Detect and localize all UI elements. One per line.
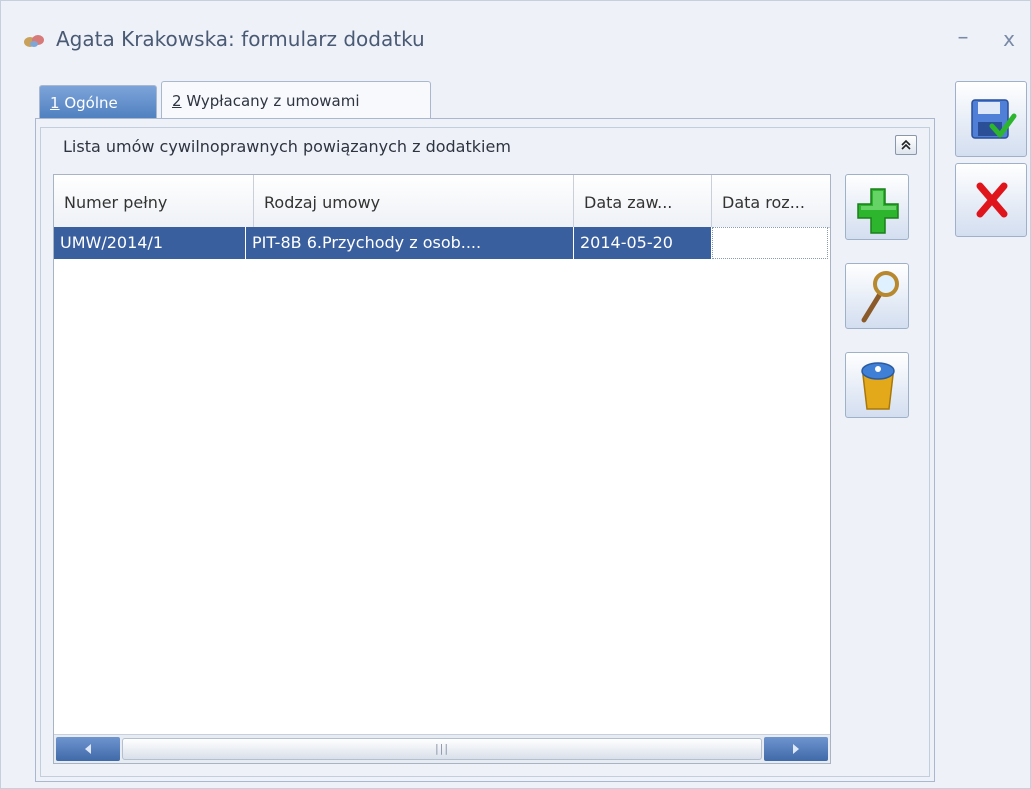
cell-rodzaj[interactable]: PIT-8B 6.Przychody z osob.... <box>246 227 574 259</box>
cancel-icon <box>976 182 1008 218</box>
column-header-numer[interactable]: Numer pełny <box>54 175 254 227</box>
title-bar[interactable]: Agata Krakowska: formularz dodatku – x <box>1 1 1030 79</box>
close-button[interactable]: x <box>997 27 1021 55</box>
tab-umowy-hotkey: 2 <box>172 92 182 110</box>
cancel-button[interactable] <box>955 163 1027 237</box>
minimize-button[interactable]: – <box>951 25 975 53</box>
tab-ogolne-label: Ogólne <box>59 94 118 112</box>
delete-button[interactable] <box>845 352 909 418</box>
save-icon <box>971 99 1017 139</box>
column-header-rodzaj[interactable]: Rodzaj umowy <box>254 175 574 227</box>
tab-ogolne[interactable]: 1 Ogólne <box>39 85 157 119</box>
collapse-button[interactable] <box>895 135 917 155</box>
cell-data-rozwiazania[interactable] <box>712 227 828 259</box>
group-title: Lista umów cywilnoprawnych powiązanych z… <box>63 137 511 156</box>
tab-wyplacany-z-umowami[interactable]: 2 Wypłacany z umowami <box>161 81 431 119</box>
grid-header: Numer pełny Rodzaj umowy Data zaw... Dat… <box>54 175 830 228</box>
add-button[interactable] <box>845 174 909 240</box>
arrow-left-icon <box>85 744 91 754</box>
tab-ogolne-hotkey: 1 <box>50 94 60 112</box>
view-button[interactable] <box>845 263 909 329</box>
cell-data-zawarcia[interactable]: 2014-05-20 <box>574 227 712 259</box>
app-logo-icon <box>24 35 44 47</box>
column-header-data-rozwiazania[interactable]: Data roz... <box>712 175 830 227</box>
window-title: Agata Krakowska: formularz dodatku <box>56 27 425 51</box>
save-button[interactable] <box>955 81 1027 157</box>
magnifier-icon <box>861 271 899 323</box>
double-chevron-up-icon <box>901 139 911 150</box>
scroll-left-button[interactable] <box>56 737 120 761</box>
scroll-thumb[interactable]: ||| <box>122 738 762 760</box>
tab-umowy-label: Wypłacany z umowami <box>181 92 360 110</box>
contracts-grid[interactable]: Numer pełny Rodzaj umowy Data zaw... Dat… <box>53 174 831 764</box>
horizontal-scrollbar[interactable]: ||| <box>54 734 830 763</box>
table-row[interactable]: UMW/2014/1 PIT-8B 6.Przychody z osob....… <box>54 227 830 259</box>
arrow-right-icon <box>793 744 799 754</box>
column-header-data-zawarcia[interactable]: Data zaw... <box>574 175 712 227</box>
trash-icon <box>861 362 895 410</box>
cell-numer[interactable]: UMW/2014/1 <box>54 227 246 259</box>
scroll-right-button[interactable] <box>764 737 828 761</box>
plus-icon <box>857 188 899 234</box>
form-window: Agata Krakowska: formularz dodatku – x 1… <box>0 0 1031 789</box>
